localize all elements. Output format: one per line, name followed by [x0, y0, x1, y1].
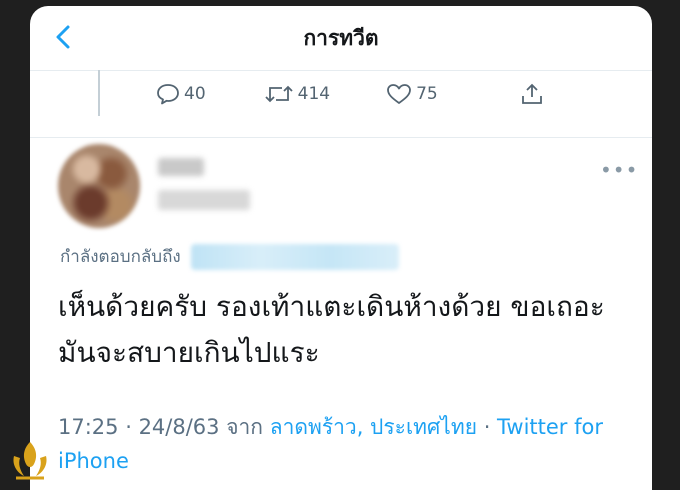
- replying-to-label: กำลังตอบกลับถึง: [60, 247, 181, 267]
- meta-separator-2: ·: [477, 415, 498, 439]
- retweet-count: 414: [297, 84, 331, 104]
- replying-to-line: กำลังตอบกลับถึง: [60, 243, 399, 270]
- username-redacted[interactable]: [158, 190, 250, 210]
- divider: [30, 137, 652, 138]
- reply-icon: [157, 84, 179, 105]
- back-button[interactable]: [48, 22, 78, 52]
- retweet-button[interactable]: 414: [264, 83, 330, 105]
- mention-redacted[interactable]: [190, 243, 399, 270]
- tweet-meta: 17:25 · 24/8/63 จาก ลาดพร้าว, ประเทศไทย …: [58, 410, 648, 478]
- avatar[interactable]: [58, 144, 140, 228]
- tweet-time: 17:25: [58, 415, 119, 439]
- top-bar: การทวีต: [30, 6, 652, 71]
- chevron-left-icon: [56, 25, 70, 49]
- retweet-icon: [265, 85, 293, 103]
- from-label: จาก: [219, 415, 270, 439]
- like-button[interactable]: 75: [386, 83, 438, 105]
- like-count: 75: [416, 84, 438, 104]
- display-name-redacted[interactable]: [158, 158, 204, 176]
- page-title: การทวีต: [303, 25, 379, 50]
- share-icon: [521, 83, 542, 104]
- more-options-icon[interactable]: •••: [600, 158, 638, 182]
- tweet-screen: การทวีต 40 414 75 ••• กำลังตอบกลับถึง เห…: [30, 6, 652, 490]
- watermark-logo-icon: [13, 442, 47, 480]
- tweet-action-bar: 40 414 75: [156, 82, 548, 106]
- reply-button[interactable]: 40: [156, 83, 206, 105]
- tweet-text: เห็นด้วยครับ รองเท้าแตะเดินห้างด้วย ขอเถ…: [58, 290, 605, 369]
- meta-separator: ·: [118, 415, 139, 439]
- location-link[interactable]: ลาดพร้าว, ประเทศไทย: [270, 415, 477, 439]
- share-button[interactable]: [520, 82, 548, 106]
- thread-connector-line: [98, 70, 100, 116]
- reply-count: 40: [184, 84, 206, 104]
- tweet-date: 24/8/63: [138, 415, 220, 439]
- heart-icon: [387, 84, 411, 104]
